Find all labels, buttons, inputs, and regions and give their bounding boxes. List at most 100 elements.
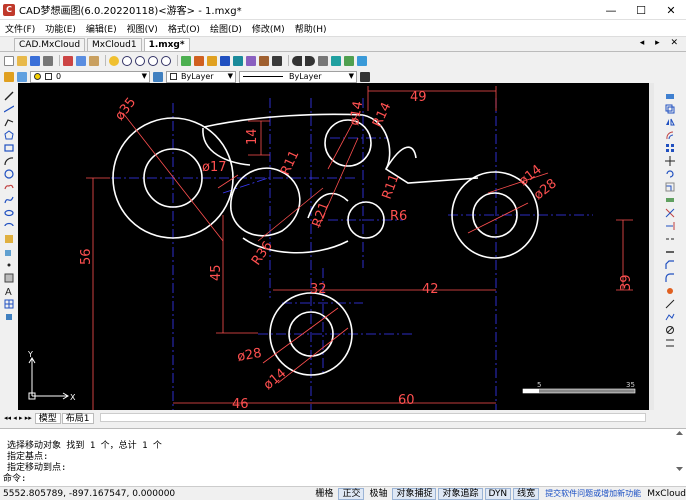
polyline-icon[interactable] xyxy=(4,117,14,127)
hatch-icon[interactable] xyxy=(272,55,282,66)
lengthen-icon[interactable] xyxy=(665,299,675,309)
copy-icon[interactable] xyxy=(76,55,86,66)
cut-icon[interactable] xyxy=(63,55,73,66)
tab-model[interactable]: 模型 xyxy=(34,412,61,424)
redo-icon[interactable] xyxy=(305,55,315,66)
lineweight-icon[interactable] xyxy=(360,71,370,82)
horizontal-scrollbar[interactable] xyxy=(100,413,646,422)
construction-line-icon[interactable] xyxy=(4,104,14,114)
scale-icon[interactable] xyxy=(665,182,675,192)
menu-modify[interactable]: 修改(M) xyxy=(247,22,290,35)
toggle-grid[interactable]: 栅格 xyxy=(312,488,336,500)
toggle-polar[interactable]: 极轴 xyxy=(366,488,390,500)
save-icon[interactable] xyxy=(30,55,40,66)
paste-icon[interactable] xyxy=(89,55,99,66)
zoom-realtime-icon[interactable] xyxy=(122,55,132,66)
menu-file[interactable]: 文件(F) xyxy=(0,22,40,35)
text-style-icon[interactable] xyxy=(220,55,230,66)
layout-tab-navigation[interactable]: ◂◂ ◂ ▸ ▸▸ xyxy=(4,414,32,422)
tab-layout1[interactable]: 布局1 xyxy=(61,412,94,424)
layer-state-icon[interactable] xyxy=(17,71,27,82)
linetype-select[interactable]: ByLayer ▼ xyxy=(239,70,357,83)
copy-object-icon[interactable] xyxy=(665,104,675,114)
menu-view[interactable]: 视图(V) xyxy=(122,22,163,35)
explode-icon[interactable] xyxy=(665,286,675,296)
pan-icon[interactable] xyxy=(109,55,119,66)
spline-icon[interactable] xyxy=(4,195,14,205)
toggle-object-track[interactable]: 对象追踪 xyxy=(438,487,483,500)
mirror-icon[interactable] xyxy=(665,117,675,127)
ellipse-arc-icon[interactable] xyxy=(4,221,14,231)
dim-style-icon[interactable] xyxy=(233,55,243,66)
fillet-icon[interactable] xyxy=(665,273,675,283)
table-icon[interactable] xyxy=(4,299,14,309)
close-button[interactable]: ✕ xyxy=(656,0,686,20)
menu-function[interactable]: 功能(E) xyxy=(40,22,81,35)
chamfer-icon[interactable] xyxy=(665,260,675,270)
cloud-icon[interactable] xyxy=(357,55,367,66)
stretch-icon[interactable] xyxy=(665,195,675,205)
block-icon[interactable] xyxy=(259,55,269,66)
print-icon[interactable] xyxy=(43,55,53,66)
zoom-previous-icon[interactable] xyxy=(148,55,158,66)
revision-cloud-icon[interactable] xyxy=(4,182,14,192)
tab-1-mxg[interactable]: 1.mxg* xyxy=(143,38,190,51)
menu-edit[interactable]: 编辑(E) xyxy=(81,22,122,35)
circle-icon[interactable] xyxy=(4,169,14,179)
insert-block-icon[interactable] xyxy=(4,234,14,244)
toggle-ortho[interactable]: 正交 xyxy=(338,487,365,500)
layer-select[interactable]: 0 ▼ xyxy=(30,70,150,83)
edit-polyline-icon[interactable] xyxy=(665,312,675,322)
array-icon[interactable] xyxy=(665,143,675,153)
extend-icon[interactable] xyxy=(665,221,675,231)
arc-icon[interactable] xyxy=(4,156,14,166)
line-icon[interactable] xyxy=(4,91,14,101)
command-prompt[interactable]: 命令: xyxy=(3,474,26,485)
make-current-layer-icon[interactable] xyxy=(153,71,163,82)
maximize-button[interactable]: ☐ xyxy=(626,0,656,20)
point-icon[interactable] xyxy=(4,260,14,270)
tab-controls[interactable]: ◂ ▸ ✕ xyxy=(640,38,682,48)
ellipse-icon[interactable] xyxy=(4,208,14,218)
toggle-dyn[interactable]: DYN xyxy=(484,487,512,500)
hatch-icon[interactable] xyxy=(4,273,14,283)
toggle-object-snap[interactable]: 对象捕捉 xyxy=(392,487,437,500)
command-scrollbar[interactable] xyxy=(675,430,684,472)
tab-cad-mxcloud[interactable]: CAD.MxCloud xyxy=(14,38,86,51)
drawing-canvas[interactable]: 49 ø35 ø17 ø14 R14 14 R11 R11 R21 R6 ø14… xyxy=(18,83,649,410)
join-icon[interactable] xyxy=(665,247,675,257)
rotate-icon[interactable] xyxy=(665,169,675,179)
new-file-icon[interactable] xyxy=(4,55,14,66)
open-folder-icon[interactable] xyxy=(17,55,27,66)
rectangle-icon[interactable] xyxy=(4,143,14,153)
tab-mxcloud1[interactable]: MxCloud1 xyxy=(87,38,142,51)
undo-icon[interactable] xyxy=(292,55,302,66)
zoom-extents-icon[interactable] xyxy=(161,55,171,66)
measure-icon[interactable] xyxy=(318,55,328,66)
polygon-icon[interactable] xyxy=(4,130,14,140)
offset-icon[interactable] xyxy=(665,130,675,140)
align-icon[interactable] xyxy=(665,338,675,348)
image-icon[interactable] xyxy=(344,55,354,66)
menu-draw[interactable]: 绘图(D) xyxy=(205,22,247,35)
erase-icon[interactable] xyxy=(665,91,675,101)
toggle-lineweight[interactable]: 线宽 xyxy=(513,487,540,500)
feedback-link[interactable]: 提交软件问题或增加新功能 xyxy=(545,488,641,499)
calculator-icon[interactable] xyxy=(331,55,341,66)
zoom-window-icon[interactable] xyxy=(135,55,145,66)
minimize-button[interactable]: — xyxy=(596,0,626,20)
menu-help[interactable]: 帮助(H) xyxy=(290,22,332,35)
trim-icon[interactable] xyxy=(665,208,675,218)
make-block-icon[interactable] xyxy=(4,247,14,257)
layer-manager-icon[interactable] xyxy=(4,71,14,82)
region-icon[interactable] xyxy=(4,312,14,322)
menu-format[interactable]: 格式(O) xyxy=(163,22,205,35)
layer-icon[interactable] xyxy=(207,55,217,66)
table-icon[interactable] xyxy=(246,55,256,66)
move-icon[interactable] xyxy=(665,156,675,166)
break-icon[interactable] xyxy=(665,234,675,244)
pedit-icon[interactable] xyxy=(665,325,675,335)
properties-icon[interactable] xyxy=(181,55,191,66)
match-properties-icon[interactable] xyxy=(194,55,204,66)
multiline-text-icon[interactable]: A xyxy=(4,286,14,296)
